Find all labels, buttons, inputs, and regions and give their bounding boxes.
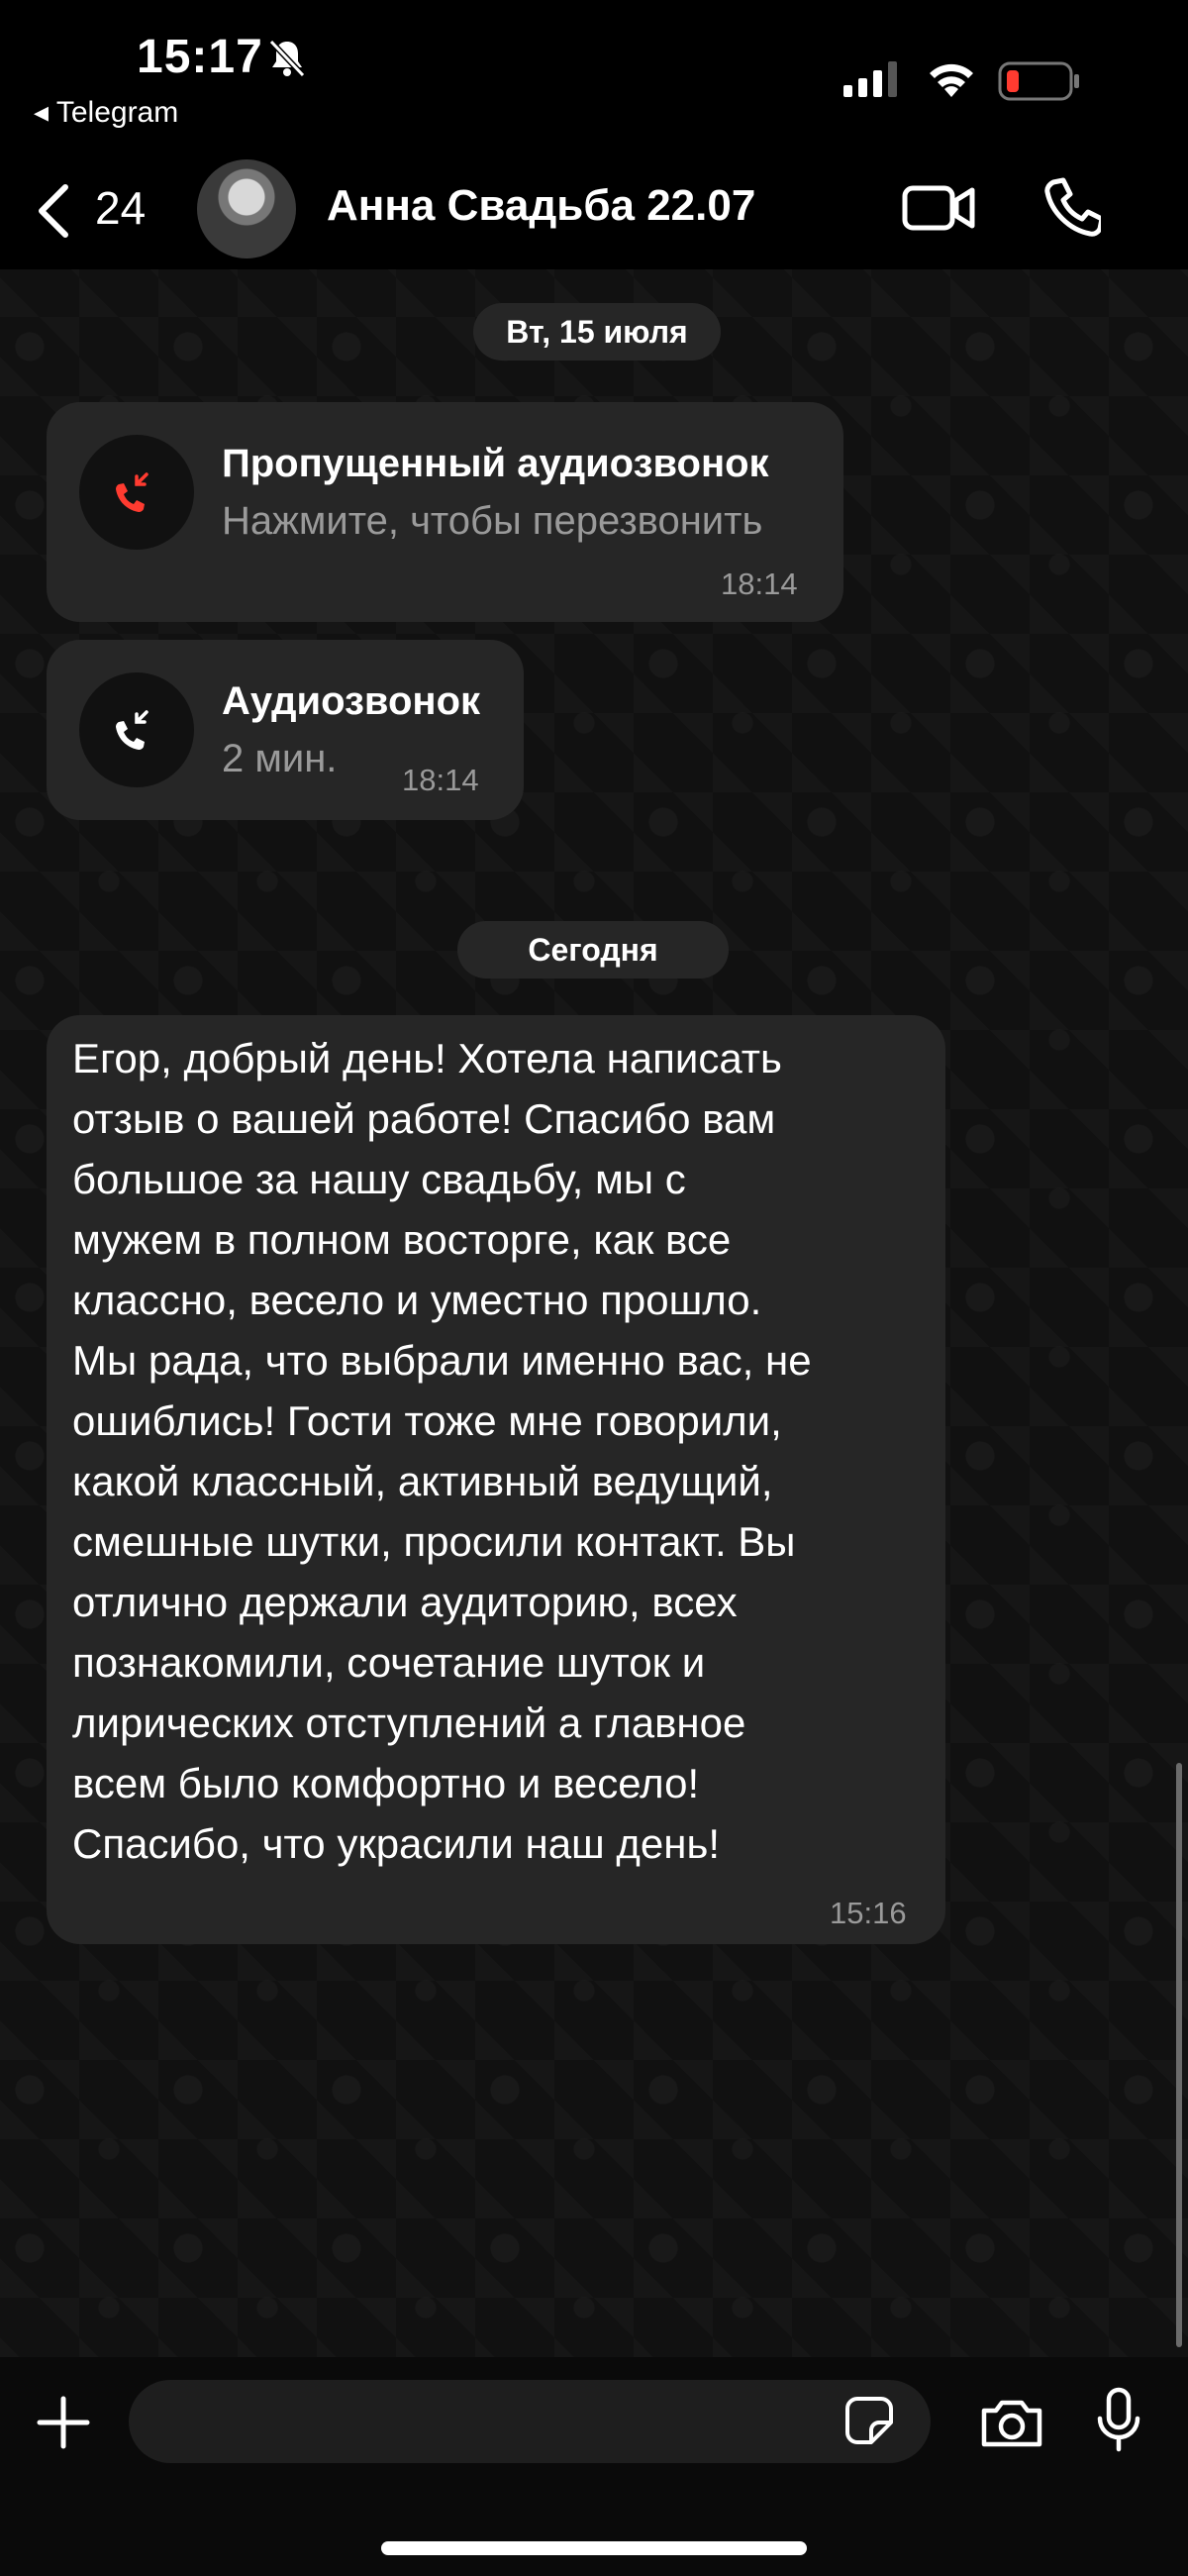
- phone-icon[interactable]: [1041, 176, 1105, 245]
- home-indicator[interactable]: [381, 2541, 807, 2555]
- bell-slash-icon: [265, 36, 309, 84]
- missed-call-icon: [116, 472, 148, 512]
- back-to-telegram-link[interactable]: ◂ Telegram: [34, 95, 178, 130]
- chevron-left-icon[interactable]: [34, 183, 73, 244]
- message-time: 15:16: [830, 1896, 907, 1930]
- sticker-icon[interactable]: [843, 2395, 895, 2451]
- call-subtitle: 2 мин.: [222, 737, 338, 780]
- scrollbar[interactable]: [1176, 1763, 1182, 2347]
- battery-icon: [998, 61, 1081, 106]
- camera-icon[interactable]: [978, 2397, 1045, 2455]
- microphone-icon[interactable]: [1094, 2387, 1143, 2457]
- call-icon-circle[interactable]: [79, 435, 194, 550]
- call-subtitle: Нажмите, чтобы перезвонить: [222, 499, 763, 543]
- message-time: 18:14: [402, 763, 479, 797]
- wifi-icon: [926, 59, 977, 104]
- call-icon-circle[interactable]: [79, 672, 194, 787]
- incoming-call-icon: [116, 710, 148, 750]
- avatar[interactable]: [197, 159, 296, 258]
- chat-title[interactable]: Анна Свадьба 22.07: [327, 181, 755, 231]
- date-separator: Сегодня: [457, 921, 729, 979]
- video-camera-icon[interactable]: [901, 178, 976, 243]
- unread-count-badge[interactable]: 24: [95, 181, 146, 235]
- message-time: 18:14: [721, 567, 798, 601]
- call-title: Пропущенный аудиозвонок: [222, 442, 769, 485]
- date-separator: Вт, 15 июля: [473, 303, 721, 361]
- message-input[interactable]: [129, 2380, 931, 2463]
- plus-icon[interactable]: [36, 2395, 91, 2455]
- message-text: Егор, добрый день! Хотела написать отзыв…: [72, 1035, 812, 1867]
- call-title: Аудиозвонок: [222, 679, 481, 723]
- signal-icon: [842, 61, 901, 102]
- status-time: 15:17: [137, 31, 263, 83]
